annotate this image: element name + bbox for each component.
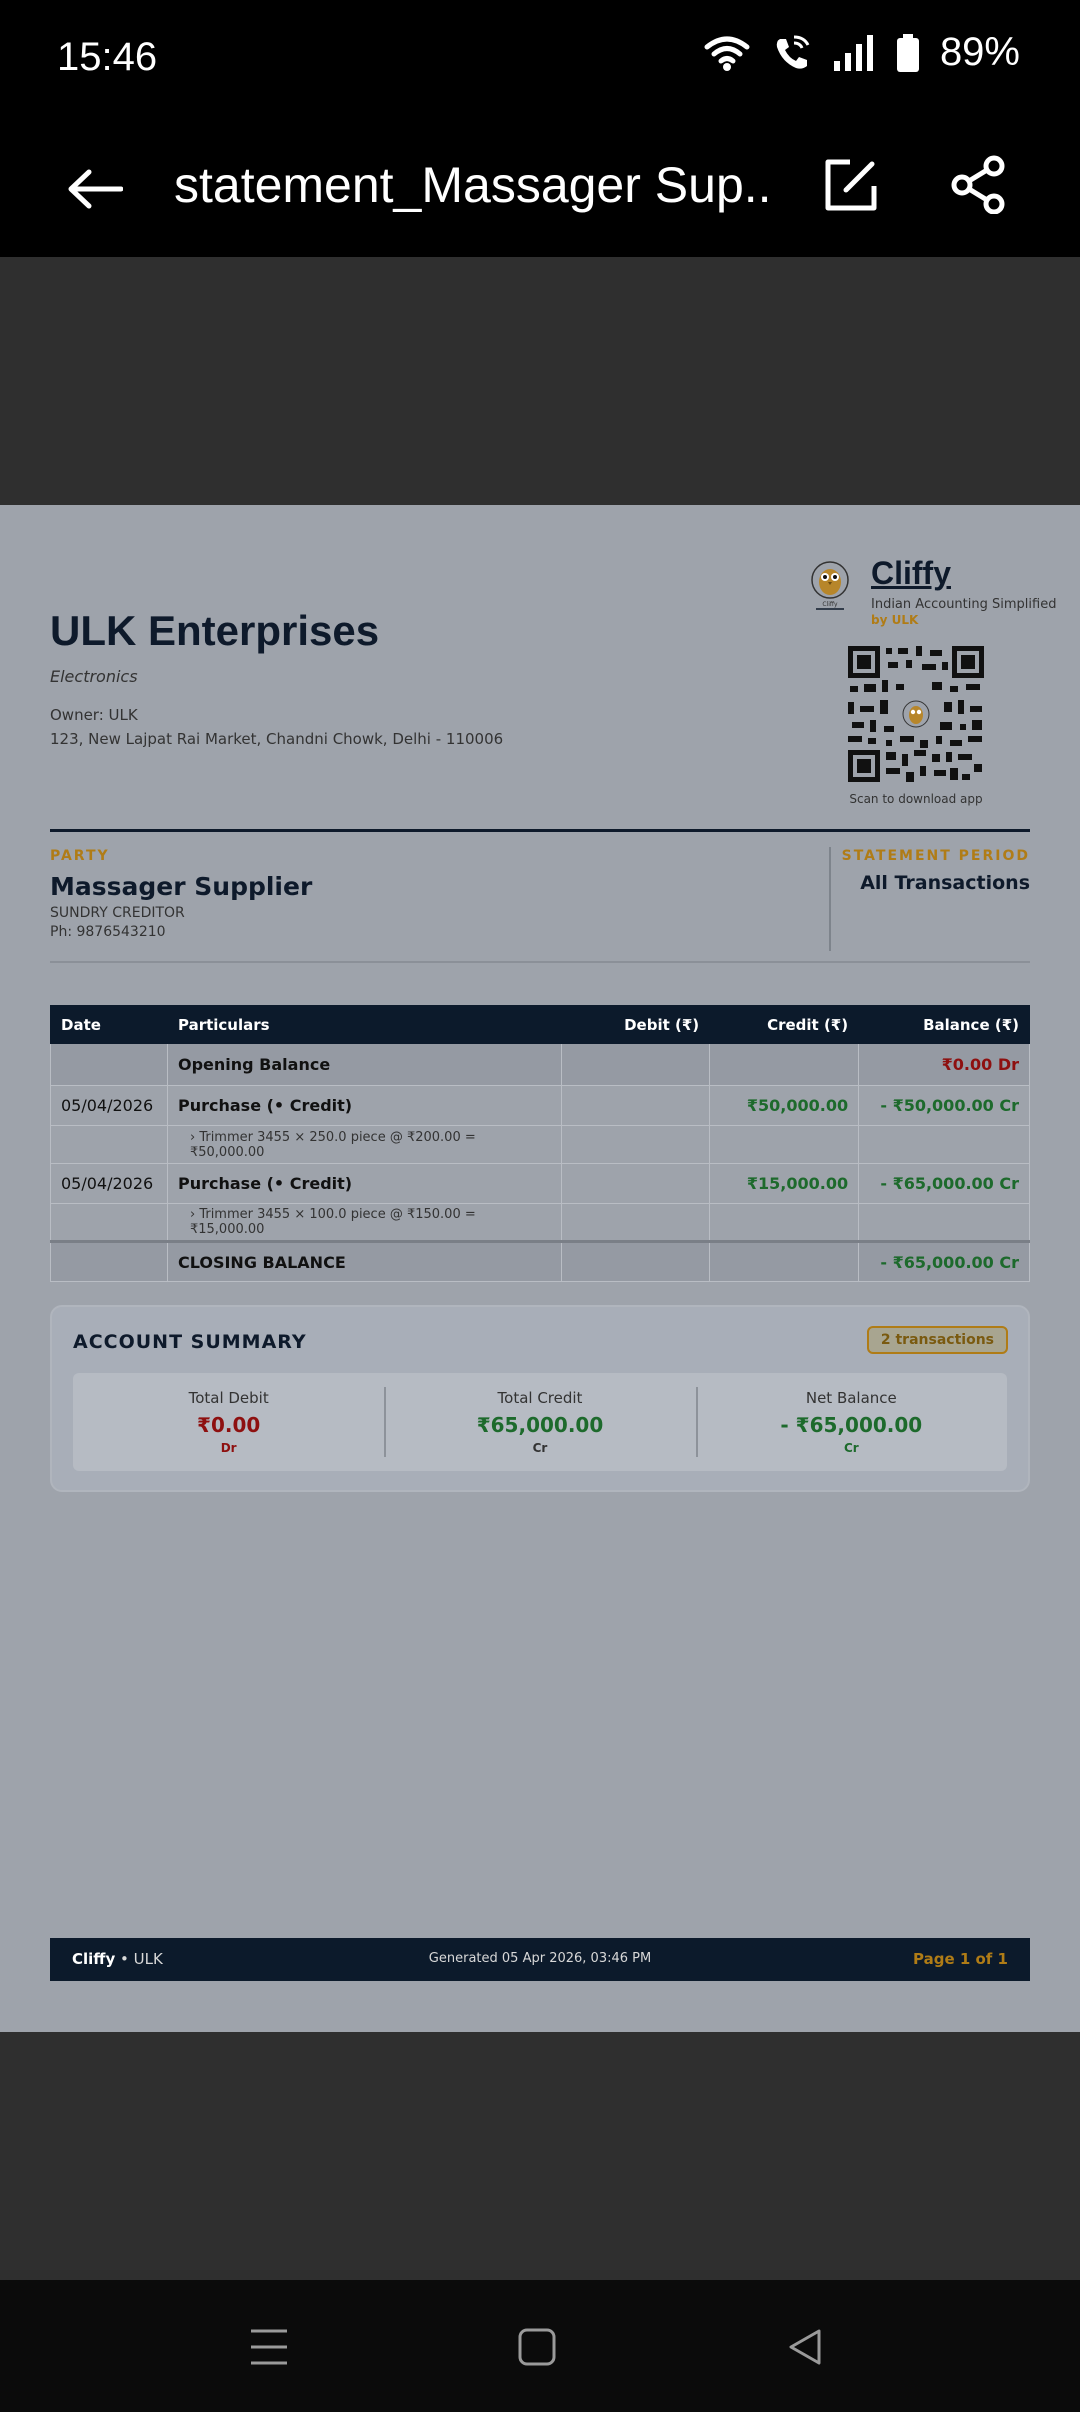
- account-summary: ACCOUNT SUMMARY 2 transactions Total Deb…: [50, 1305, 1030, 1492]
- battery-percent: 89%: [939, 30, 1020, 74]
- back-button[interactable]: [60, 154, 130, 224]
- edit-icon: [825, 159, 877, 211]
- opening-balance: ₹0.00 Dr: [858, 1043, 1030, 1086]
- col-particulars: Particulars: [166, 1005, 563, 1044]
- table-detail-row: › Trimmer 3455 × 250.0 piece @ ₹200.00 =…: [50, 1125, 1030, 1164]
- row-debit: [561, 1163, 711, 1204]
- net-balance-sub: Cr: [843, 1441, 859, 1455]
- net-balance: Net Balance - ₹65,000.00 Cr: [695, 1373, 1007, 1471]
- home-button[interactable]: [502, 2312, 572, 2382]
- row-date: 05/04/2026: [50, 1163, 168, 1204]
- qr-code: [846, 644, 986, 784]
- opening-balance-row: Opening Balance ₹0.00 Dr: [50, 1043, 1030, 1086]
- company-owner: Owner: ULK: [50, 706, 138, 724]
- share-icon: [951, 155, 1005, 215]
- logo-caption: Cliffy: [822, 601, 838, 608]
- net-balance-value: - ₹65,000.00: [780, 1413, 923, 1437]
- col-debit: Debit (₹): [561, 1005, 711, 1044]
- closing-label: CLOSING BALANCE: [166, 1240, 563, 1282]
- nav-back-button[interactable]: [770, 2312, 840, 2382]
- header-divider: [50, 829, 1030, 832]
- status-icons: 89%: [702, 30, 1020, 75]
- col-balance: Balance (₹): [858, 1005, 1030, 1044]
- footer-generated: Generated 05 Apr 2026, 03:46 PM: [428, 1951, 652, 1966]
- qr-caption: Scan to download app: [849, 792, 983, 806]
- company-name: ULK Enterprises: [50, 607, 380, 654]
- system-nav-bar: [0, 2280, 1080, 2412]
- row-particulars: Purchase (• Credit): [166, 1085, 563, 1126]
- row-particulars: Purchase (• Credit): [166, 1163, 563, 1204]
- company-category: Electronics: [50, 667, 138, 686]
- recents-button[interactable]: [234, 2312, 304, 2382]
- row-balance: - ₹50,000.00 Cr: [858, 1085, 1030, 1126]
- document-title: statement_Massager Sup...: [174, 157, 774, 213]
- ledger-table: Date Particulars Debit (₹) Credit (₹) Ba…: [50, 1005, 1030, 1282]
- top-app-bar: statement_Massager Sup...: [0, 120, 1080, 257]
- status-time: 15:46: [57, 35, 158, 79]
- transactions-badge: 2 transactions: [866, 1326, 1008, 1354]
- total-credit: Total Credit ₹65,000.00 Cr: [384, 1373, 695, 1471]
- total-debit: Total Debit ₹0.00 Dr: [73, 1373, 384, 1471]
- battery-icon: [896, 33, 919, 72]
- brand-name: Cliffy: [871, 555, 951, 591]
- owl-logo-icon: Cliffy: [811, 561, 849, 610]
- row-balance: - ₹65,000.00 Cr: [858, 1163, 1030, 1204]
- footer-page: Page 1 of 1: [913, 1950, 1008, 1968]
- brand-tagline: Indian Accounting Simplified: [871, 597, 1057, 612]
- total-debit-value: ₹0.00: [197, 1413, 261, 1437]
- statement-period-value: All Transactions: [860, 872, 1030, 894]
- row-credit: ₹50,000.00: [709, 1085, 860, 1126]
- cliffy-logo: Cliffy: [810, 560, 850, 612]
- opening-label: Opening Balance: [166, 1043, 563, 1086]
- row-debit: [561, 1085, 711, 1126]
- closing-balance: - ₹65,000.00 Cr: [858, 1240, 1030, 1282]
- party-bottom-divider: [50, 961, 1030, 963]
- home-icon: [518, 2328, 556, 2366]
- status-bar: 15:46 89%: [0, 0, 1080, 120]
- total-credit-sub: Cr: [532, 1441, 548, 1455]
- recents-icon: [251, 2329, 287, 2365]
- total-credit-value: ₹65,000.00: [476, 1413, 604, 1437]
- party-divider: [829, 847, 831, 951]
- company-address: 123, New Lajpat Rai Market, Chandni Chow…: [50, 730, 504, 748]
- edit-button[interactable]: [820, 156, 890, 226]
- row-detail: › Trimmer 3455 × 250.0 piece @ ₹200.00 =…: [166, 1125, 563, 1164]
- party-label: PARTY: [50, 848, 110, 864]
- summary-totals: Total Debit ₹0.00 Dr Total Credit ₹65,00…: [73, 1373, 1007, 1471]
- nav-back-icon: [789, 2329, 821, 2365]
- party-phone: Ph: 9876543210: [50, 924, 166, 940]
- col-date: Date: [50, 1005, 168, 1044]
- table-header-row: Date Particulars Debit (₹) Credit (₹) Ba…: [50, 1005, 1030, 1044]
- total-debit-sub: Dr: [220, 1441, 237, 1455]
- row-detail: › Trimmer 3455 × 100.0 piece @ ₹150.00 =…: [166, 1203, 563, 1242]
- party-name: Massager Supplier: [50, 872, 313, 901]
- page-footer: Cliffy • ULK Generated 05 Apr 2026, 03:4…: [50, 1938, 1030, 1981]
- total-debit-label: Total Debit: [188, 1389, 269, 1407]
- table-row: 05/04/2026 Purchase (• Credit) ₹15,000.0…: [50, 1163, 1030, 1204]
- table-detail-row: › Trimmer 3455 × 100.0 piece @ ₹150.00 =…: [50, 1203, 1030, 1242]
- closing-balance-row: CLOSING BALANCE - ₹65,000.00 Cr: [50, 1240, 1030, 1282]
- wifi-call-icon: [776, 35, 810, 69]
- total-credit-label: Total Credit: [497, 1389, 583, 1407]
- row-credit: ₹15,000.00: [709, 1163, 860, 1204]
- table-row: 05/04/2026 Purchase (• Credit) ₹50,000.0…: [50, 1085, 1030, 1126]
- wifi-icon: [704, 36, 750, 71]
- party-type: SUNDRY CREDITOR: [50, 905, 185, 921]
- share-button[interactable]: [948, 154, 1018, 224]
- brand-by: by ULK: [871, 613, 919, 627]
- col-credit: Credit (₹): [709, 1005, 860, 1044]
- net-balance-label: Net Balance: [805, 1389, 897, 1407]
- statement-page: ULK Enterprises Electronics Owner: ULK 1…: [0, 505, 1080, 2032]
- back-arrow-icon: [68, 169, 123, 209]
- signal-icon: [833, 34, 873, 71]
- statement-period-label: STATEMENT PERIOD: [841, 848, 1030, 864]
- row-date: 05/04/2026: [50, 1085, 168, 1126]
- summary-title: ACCOUNT SUMMARY: [73, 1331, 307, 1353]
